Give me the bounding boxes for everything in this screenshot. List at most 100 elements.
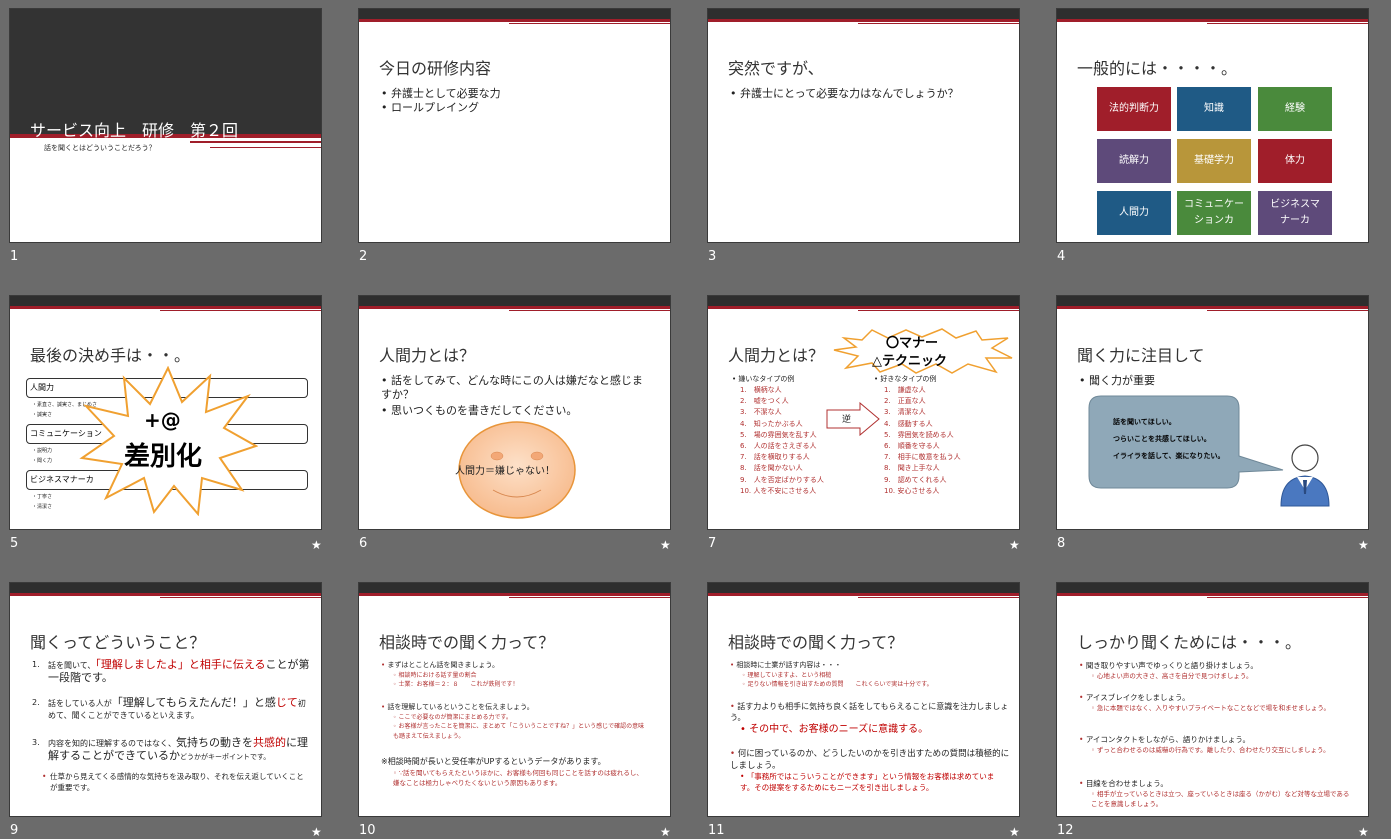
slide-number: 3	[708, 249, 717, 264]
right-list-heading: • 好きなタイプの例	[874, 375, 937, 383]
slide-title: 今日の研修内容	[379, 59, 492, 78]
sub-item: ・説明力	[32, 448, 53, 454]
slide-title: 相談時での聞く力って？	[379, 633, 555, 652]
header-bar	[708, 583, 1019, 593]
person-icon	[1280, 444, 1330, 507]
slide-title: 聞くってどういうこと？	[30, 633, 206, 652]
header-bar	[708, 296, 1019, 306]
slide-thumbnail-1[interactable]: サービス向上 研修 第２回 話を聞くとはどういうことだろう？	[9, 8, 322, 243]
animation-star-icon: ★	[1358, 538, 1369, 552]
slide-thumbnail-12[interactable]: しっかり聞くためには・・・。 • 聞き取りやすい声でゆっくりと語り掛けましょう。…	[1056, 582, 1369, 817]
burst-text-technique: △テクニック	[872, 354, 947, 369]
header-red-bar	[359, 19, 670, 22]
slide-number: 5	[10, 536, 19, 551]
slide-title: サービス向上 研修 第２回	[30, 121, 239, 140]
animation-star-icon: ★	[1358, 825, 1369, 839]
header-bar	[10, 583, 321, 593]
title-background	[10, 9, 321, 134]
slide-number: 4	[1057, 249, 1066, 264]
header-red-bar	[1057, 19, 1368, 22]
arrow-label: 逆	[842, 415, 852, 425]
header-red-line	[509, 23, 670, 24]
slide-title: 人間力とは？	[728, 346, 825, 365]
header-red-bar	[708, 593, 1019, 596]
header-red-line	[160, 310, 321, 311]
header-red-line	[1207, 23, 1368, 24]
header-red-line	[858, 597, 1019, 598]
slide-thumbnail-7[interactable]: 人間力とは？ 〇マナー △テクニック • 嫌いなタイプの例 • 好きなタイプの例…	[707, 295, 1020, 530]
slide-thumbnail-5[interactable]: 最後の決め手は・・。 人間力 ・素直さ、誠実さ、まじめさ ・誠実さ コミュニケー…	[9, 295, 322, 530]
section-1: • まずはとことん話を聞きましょう。 ◦ 相談時における話す量の割合 ◦ 士業：…	[381, 661, 519, 688]
slide-title: 最後の決め手は・・。	[30, 346, 191, 365]
header-red-bar	[359, 593, 670, 596]
left-list-heading: • 嫌いなタイプの例	[732, 375, 795, 383]
header-red-line	[509, 310, 670, 311]
slide-thumbnail-9[interactable]: 聞くってどういうこと？ 1. 話を聞いて、「理解しましたよ」と相手に伝えることが…	[9, 582, 322, 817]
header-red-line	[160, 597, 321, 598]
section-2: • 話を理解しているということを伝えましょう。 ◦ ここで必要なのが簡潔にまとめ…	[381, 703, 645, 740]
slide-number: 1	[10, 249, 19, 264]
tile-basic-academic: 基礎学力	[1177, 139, 1251, 183]
point-3: 3. 内容を知的に理解するのではなく、気持ちの動きを共感的に理解することができて…	[32, 736, 308, 762]
header-red-bar	[1057, 593, 1368, 596]
slide-number: 12	[1057, 823, 1074, 838]
sub-item: ・誠実さ	[32, 412, 53, 418]
slide-title: 聞く力に注目して	[1077, 346, 1205, 365]
slide-thumbnail-3[interactable]: 突然ですが、 • 弁護士にとって必要な力はなんでしょうか？	[707, 8, 1020, 243]
header-bar	[708, 9, 1019, 19]
animation-star-icon: ★	[1009, 825, 1020, 839]
slide-thumbnail-2[interactable]: 今日の研修内容 • 弁護士として必要な力 • ロールプレイング	[358, 8, 671, 243]
animation-star-icon: ★	[311, 538, 322, 552]
bullet: • ロールプレイング	[381, 101, 479, 114]
face-caption: 人間力＝嫌じゃない！	[455, 466, 555, 477]
reverse-arrow-icon	[826, 402, 880, 436]
slide-number: 6	[359, 536, 368, 551]
title-red-line	[190, 141, 321, 143]
like-list: 1. 謙虚な人 2. 正直な人 3. 清潔な人 4. 感動する人 5. 雰囲気を…	[884, 386, 961, 495]
slide-thumbnail-8[interactable]: 聞く力に注目して • 聞く力が重要 話を聞いてほしい。 つらいことを共感してほし…	[1056, 295, 1369, 530]
header-red-line	[509, 597, 670, 598]
header-bar	[1057, 296, 1368, 306]
header-red-bar	[359, 306, 670, 309]
dislike-list: 1. 横柄な人 2. 嘘をつく人 3. 不潔な人 4. 知ったかぶる人 5. 場…	[740, 386, 824, 495]
slide-title: 相談時での聞く力って？	[728, 633, 904, 652]
tile-reading: 読解力	[1097, 139, 1171, 183]
bullet: • 話をしてみて、どんな時にこの人は嫌だなと感じますか？	[381, 374, 643, 401]
sub-item: ・聞く力	[32, 458, 53, 464]
animation-star-icon: ★	[1009, 538, 1020, 552]
sub-item: ・清潔さ	[32, 504, 53, 510]
title-red-line-2	[210, 147, 321, 148]
header-red-line	[1207, 310, 1368, 311]
slide-number: 7	[708, 536, 717, 551]
section-3: • 何に困っているのか、どうしたいのかを引き出すための質問は積極的にしましょう。…	[730, 749, 1010, 792]
header-red-bar	[10, 593, 321, 596]
header-red-bar	[10, 306, 321, 309]
slide-number: 2	[359, 249, 368, 264]
header-red-line	[1207, 597, 1368, 598]
header-red-bar	[708, 306, 1019, 309]
slide-thumbnail-10[interactable]: 相談時での聞く力って？ • まずはとことん話を聞きましょう。 ◦ 相談時における…	[358, 582, 671, 817]
slide-thumbnail-4[interactable]: 一般的には・・・・。 法的判断力 知識 経験 読解力 基礎学力 体力 人間力 コ…	[1056, 8, 1369, 243]
section-1: • 相談時に士業が話す内容は・・・ ◦ 理解していますよ、という相槌 ◦ 足りな…	[730, 661, 933, 688]
animation-star-icon: ★	[311, 825, 322, 839]
header-red-line	[858, 23, 1019, 24]
bullet: • 聞く力が重要	[1079, 374, 1155, 387]
tile-experience: 経験	[1258, 87, 1332, 131]
section-3: • アイコンタクトをしながら、語りかけましょう。 ◦ ずっと合わせるのは威嚇の行…	[1079, 735, 1330, 754]
animation-star-icon: ★	[660, 825, 671, 839]
slide-title: 突然ですが、	[728, 59, 824, 78]
header-bar	[359, 9, 670, 19]
slide-thumbnail-6[interactable]: 人間力とは？ • 話をしてみて、どんな時にこの人は嫌だなと感じますか？ • 思い…	[358, 295, 671, 530]
tile-human-skill: 人間力	[1097, 191, 1171, 235]
tile-stamina: 体力	[1258, 139, 1332, 183]
section-1: • 聞き取りやすい声でゆっくりと語り掛けましょう。 ◦ 心地よい声の大きさ、高さ…	[1079, 661, 1258, 680]
section-2: • 話す力よりも相手に気持ち良く話をしてもらえることに意識を注力しましょう。 •…	[730, 702, 1009, 735]
slide-title: 人間力とは？	[379, 346, 476, 365]
tile-legal-judgment: 法的判断力	[1097, 87, 1171, 131]
section-2: • アイスブレイクをしましょう。 ◦ 急に本題ではなく、入りやすいプライベートな…	[1079, 693, 1330, 712]
point-1: 1. 話を聞いて、「理解しましたよ」と相手に伝えることが第一段階です。	[32, 658, 310, 684]
slide-title: しっかり聞くためには・・・。	[1077, 633, 1302, 652]
slide-thumbnail-11[interactable]: 相談時での聞く力って？ • 相談時に士業が話す内容は・・・ ◦ 理解していますよ…	[707, 582, 1020, 817]
header-bar	[10, 296, 321, 306]
header-red-bar	[708, 19, 1019, 22]
